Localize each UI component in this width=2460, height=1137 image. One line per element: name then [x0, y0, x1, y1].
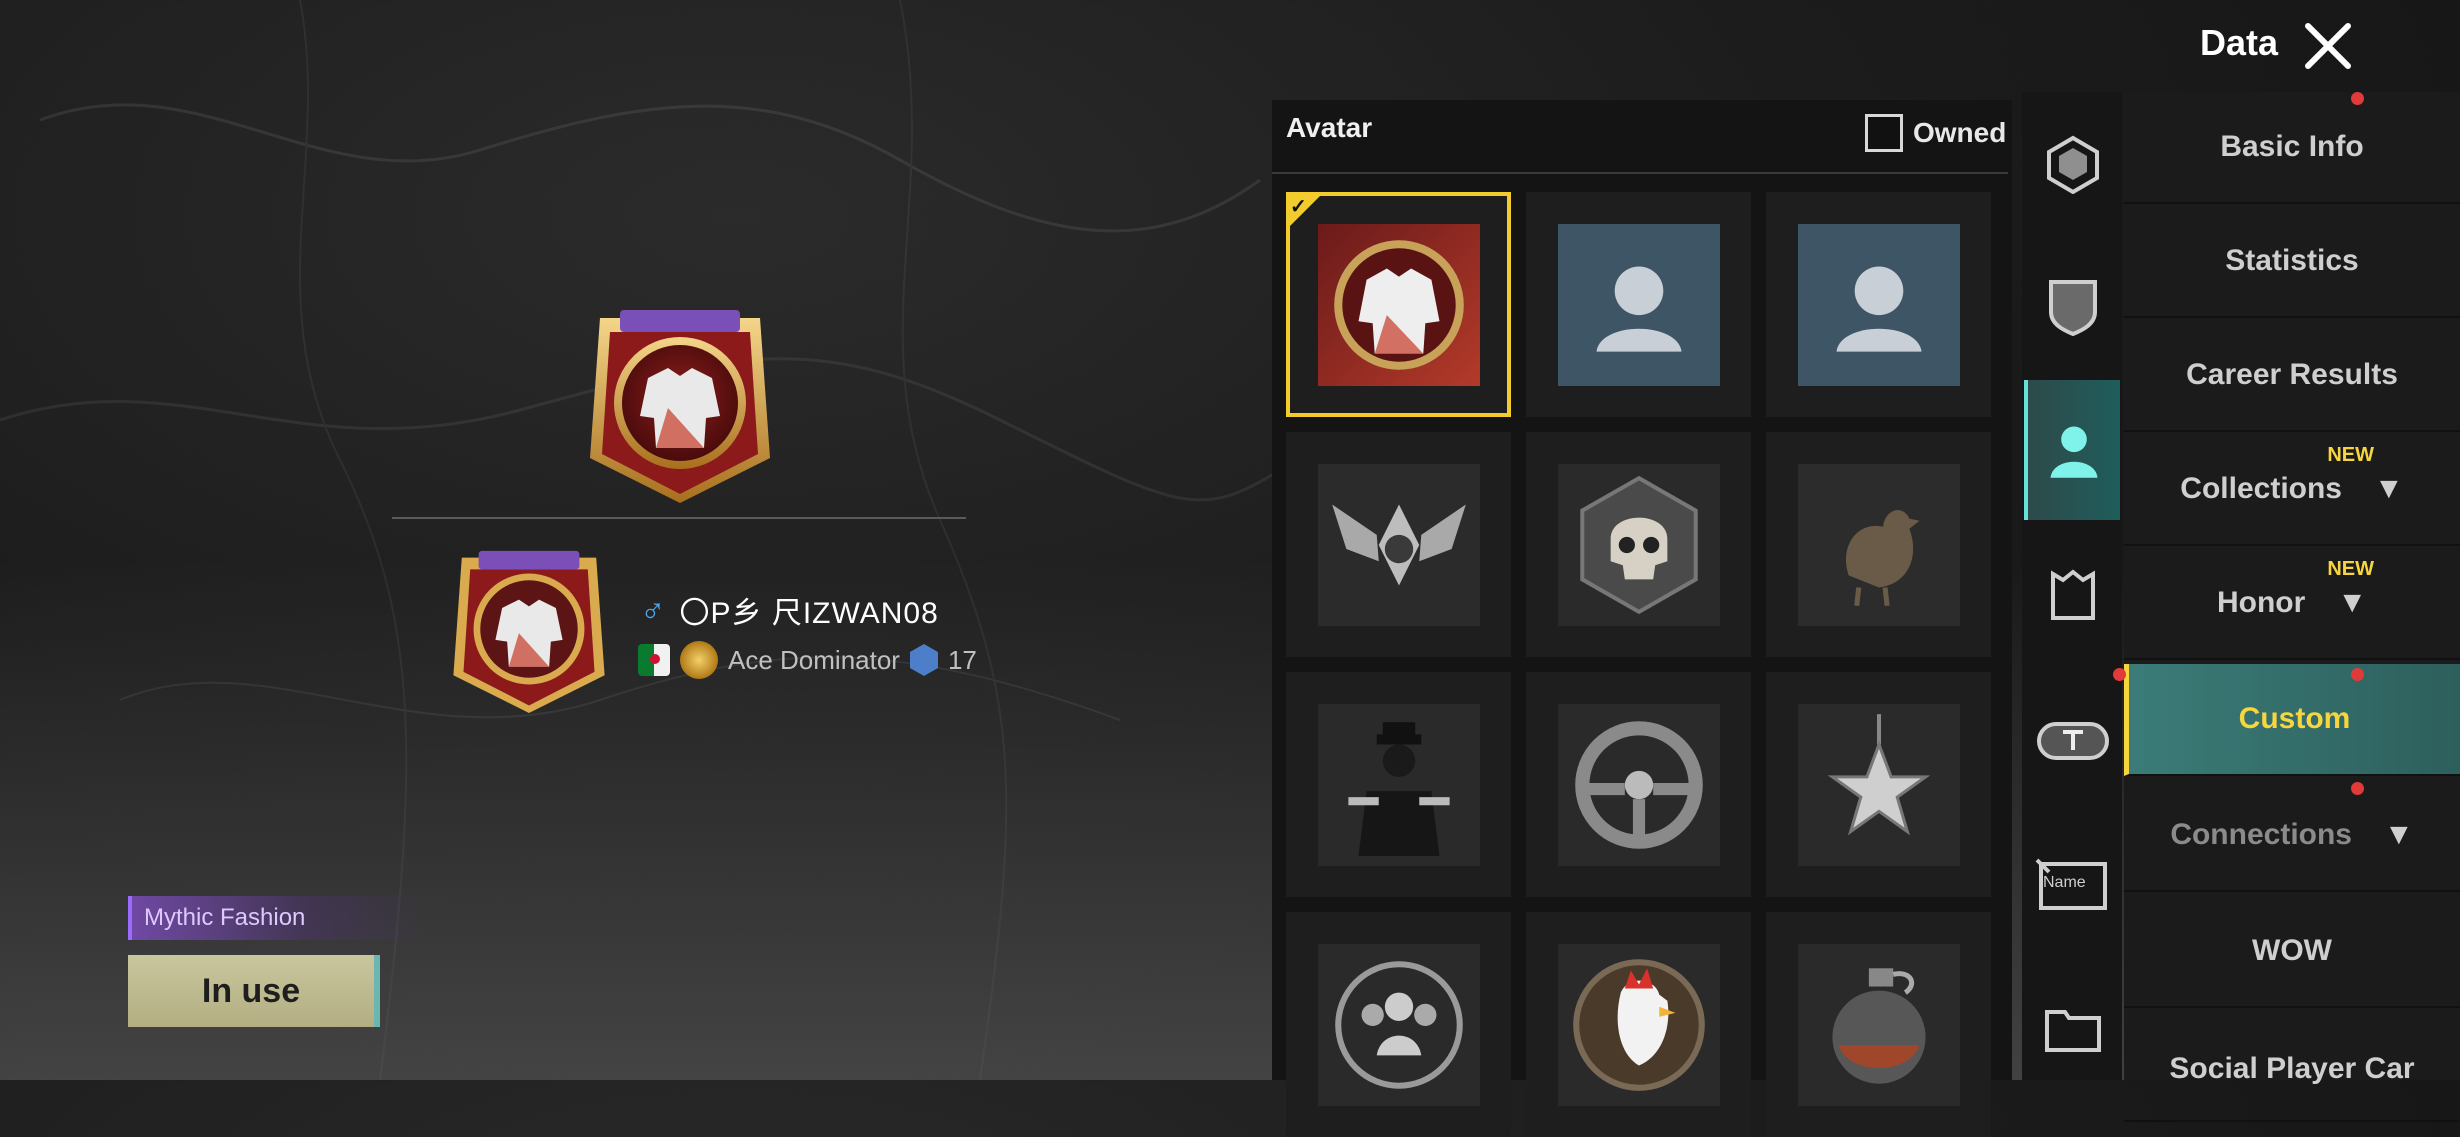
notification-dot: [2351, 92, 2364, 105]
menu-social-label: Social Player Car: [2169, 1052, 2415, 1085]
player-avatar: [453, 550, 605, 713]
menu-career-results-label: Career Results: [2186, 358, 2398, 391]
title-tag-icon: [2037, 722, 2109, 760]
preview-divider: [392, 517, 966, 519]
avatar-item-gunman[interactable]: [1286, 672, 1511, 897]
chevron-down-icon: ▼: [2383, 818, 2414, 851]
avatar-item-squad[interactable]: [1286, 912, 1511, 1137]
winged-emblem-avatar-icon: [1331, 504, 1466, 585]
default-person-avatar-icon: [1835, 266, 1922, 352]
menu-collections-label: Collections: [2180, 472, 2342, 505]
gunman-avatar-icon: [1347, 721, 1450, 856]
menu-basic-info[interactable]: Basic Info: [2124, 92, 2460, 204]
mythic-fashion-tag: Mythic Fashion: [128, 896, 428, 940]
menu-honor-label: Honor: [2216, 586, 2306, 619]
avatar-category-tab[interactable]: [2024, 380, 2120, 520]
menu-custom[interactable]: Custom: [2113, 664, 2460, 776]
page-title: Data: [2200, 22, 2279, 63]
new-badge: NEW: [2327, 558, 2374, 580]
player-name: 〇P乡 尺IZWAN08: [679, 597, 939, 630]
avatar-person-icon: [2050, 426, 2098, 478]
player-level: 17: [947, 644, 977, 675]
menu-basic-info-label: Basic Info: [2220, 130, 2364, 163]
folder-icon: [2045, 1010, 2101, 1052]
shield-icon: [2049, 280, 2097, 336]
male-gender-icon: ♂: [640, 590, 666, 629]
skull-avatar-icon: [1579, 475, 1698, 614]
squad-avatar-icon: [1334, 960, 1463, 1089]
country-flag-icon: [638, 644, 670, 676]
banner-icon: [2051, 569, 2095, 620]
jacket-avatar-icon: [1333, 239, 1464, 370]
chicken-avatar-icon: [1845, 509, 1919, 606]
player-name-row: ♂ 〇P乡 尺IZWAN08: [640, 588, 939, 632]
owned-label: Owned: [1913, 117, 2007, 148]
level-icon: [909, 644, 938, 676]
star-medal-avatar-icon: [1827, 713, 1930, 835]
steering-wheel-avatar-icon: [1574, 720, 1703, 849]
notification-dot: [2351, 782, 2364, 795]
menu-honor[interactable]: NEW Honor ▼: [2124, 548, 2460, 660]
frame-category-tab[interactable]: [2035, 126, 2111, 202]
rooster-avatar-icon: [1572, 958, 1705, 1091]
banner-category-tab[interactable]: [2035, 556, 2111, 632]
avatar-item-chicken[interactable]: [1766, 432, 1991, 657]
menu-statistics[interactable]: Statistics: [2124, 206, 2460, 318]
default-person-avatar-icon: [1595, 266, 1682, 352]
grenade-avatar-icon: [1831, 967, 1926, 1084]
avatar-item-winged-emblem[interactable]: [1286, 432, 1511, 657]
menu-wow[interactable]: WOW: [2124, 896, 2460, 1008]
menu-career-results[interactable]: Career Results: [2124, 320, 2460, 432]
chevron-down-icon: ▼: [2374, 472, 2404, 505]
panel-divider: [1272, 172, 2008, 174]
shield-category-tab[interactable]: [2035, 268, 2111, 344]
close-icon: [2305, 23, 2351, 69]
notification-dot: [2113, 668, 2126, 681]
avatar-item-steering-wheel[interactable]: [1526, 672, 1751, 897]
selected-check-icon: ✓: [1286, 192, 1324, 230]
chevron-down-icon: ▼: [2337, 586, 2368, 619]
avatar-panel-title: Avatar: [1286, 112, 1373, 143]
name-card-label: Name: [2043, 874, 2086, 891]
menu-social[interactable]: Social Player Car: [2124, 1010, 2460, 1122]
avatar-item-rooster[interactable]: [1526, 912, 1751, 1137]
large-avatar-frame-preview: [590, 310, 770, 503]
avatar-item-skull[interactable]: [1526, 432, 1751, 657]
rank-badge-icon: [680, 641, 718, 679]
new-badge: NEW: [2327, 444, 2374, 466]
menu-collections[interactable]: NEW Collections ▼: [2124, 434, 2460, 546]
avatar-grid: ✓: [1286, 192, 1996, 1137]
avatar-item-default-2[interactable]: [1766, 192, 1991, 417]
avatar-item-star-medal[interactable]: [1766, 672, 1991, 897]
menu-statistics-label: Statistics: [2225, 244, 2359, 277]
menu-custom-label: Custom: [2238, 702, 2351, 735]
frame-icon: [2047, 135, 2099, 194]
owned-filter[interactable]: Owned: [1865, 114, 2006, 152]
close-button[interactable]: [2300, 18, 2356, 74]
avatar-item-default-1[interactable]: [1526, 192, 1751, 417]
name-card-category-tab[interactable]: Name: [2035, 846, 2111, 922]
menu-connections[interactable]: Connections ▼: [2124, 780, 2460, 892]
notification-dot: [2351, 668, 2364, 681]
avatar-item-jacket[interactable]: ✓: [1286, 192, 1511, 417]
player-rank-row: Ace Dominator 17: [638, 641, 977, 679]
menu-connections-label: Connections: [2170, 818, 2352, 851]
title-category-tab[interactable]: [2035, 702, 2111, 778]
owned-checkbox[interactable]: [1865, 114, 1903, 152]
avatar-item-grenade[interactable]: [1766, 912, 1991, 1137]
menu-wow-label: WOW: [2252, 934, 2332, 967]
folder-category-tab[interactable]: [2035, 990, 2111, 1066]
in-use-button[interactable]: In use: [128, 955, 380, 1027]
rank-title: Ace Dominator: [728, 644, 900, 675]
